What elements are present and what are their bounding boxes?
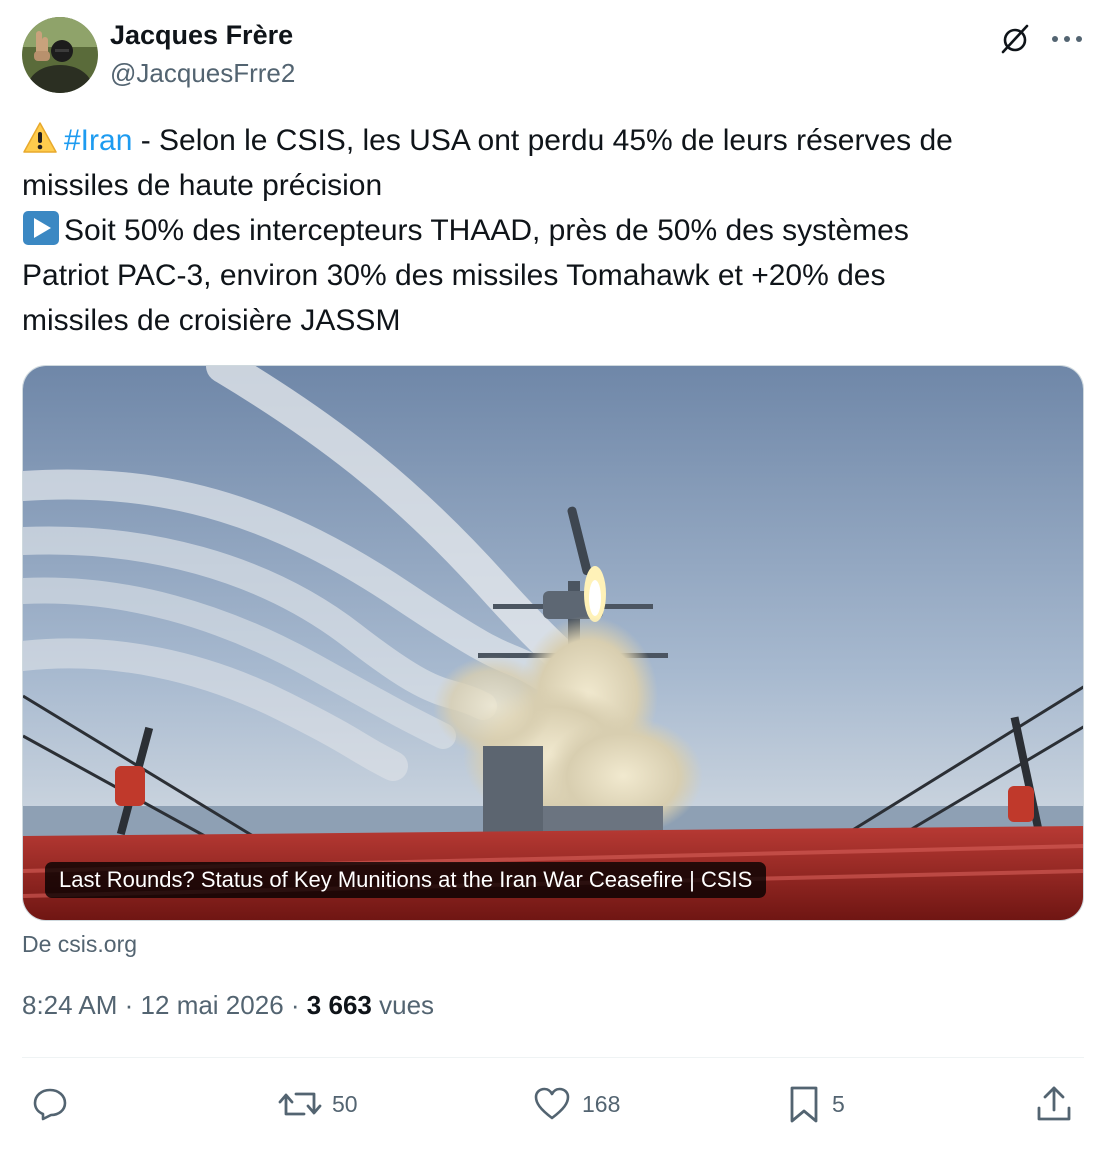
link-card[interactable]: Last Rounds? Status of Key Munitions at …: [22, 365, 1084, 921]
tweet-line: Patriot PAC-3, environ 30% des missiles …: [22, 259, 886, 292]
like-count: 168: [582, 1090, 621, 1117]
tweet-text-segment: Soit 50% des intercepteurs THAAD, près d…: [64, 214, 909, 247]
tweet-text-segment: - Selon le CSIS, les USA ont perdu 45% d…: [132, 124, 953, 157]
repost-button[interactable]: 50: [278, 1082, 358, 1126]
heart-icon: [534, 1087, 570, 1120]
tweet: Jacques Frère @JacquesFrre2 #Iran - Selo…: [0, 0, 1110, 1160]
tweet-line: missiles de croisière JASSM: [22, 304, 401, 337]
reply-button[interactable]: [30, 1082, 80, 1126]
missile-launch-photo: [23, 366, 1083, 920]
warning-emoji: [23, 122, 57, 153]
like-button[interactable]: 168: [532, 1082, 620, 1126]
display-name[interactable]: Jacques Frère: [110, 20, 293, 51]
avatar[interactable]: [22, 17, 98, 93]
play-button-emoji: [23, 211, 59, 245]
tweet-line: missiles de haute précision: [22, 169, 383, 202]
user-handle[interactable]: @JacquesFrre2: [110, 58, 295, 89]
meta-separator: ·: [124, 990, 134, 1020]
share-button[interactable]: [1034, 1082, 1074, 1126]
post-time[interactable]: 8:24 AM: [22, 990, 117, 1020]
bookmark-icon: [790, 1086, 818, 1123]
tweet-meta: 8:24 AM · 12 mai 2026 · 3 663 vues: [22, 990, 434, 1021]
tweet-text: #Iran - Selon le CSIS, les USA ont perdu…: [22, 118, 1092, 343]
meta-separator: ·: [290, 990, 300, 1020]
tweet-line: Soit 50% des intercepteurs THAAD, près d…: [22, 208, 1092, 253]
more-options-button[interactable]: [1046, 20, 1088, 58]
grok-slash-circle-icon: [1001, 24, 1029, 54]
card-title: Last Rounds? Status of Key Munitions at …: [45, 862, 767, 898]
views-count: 3 663: [306, 990, 372, 1020]
repost-arrows-icon: [278, 1092, 322, 1116]
tweet-line: #Iran - Selon le CSIS, les USA ont perdu…: [22, 118, 1092, 163]
avatar-photo: [22, 17, 98, 93]
hashtag-link[interactable]: #Iran: [64, 124, 132, 157]
more-dots-icon: [1052, 36, 1082, 42]
bookmark-button[interactable]: 5: [786, 1082, 845, 1126]
repost-count: 50: [332, 1090, 358, 1117]
post-date[interactable]: 12 mai 2026: [141, 990, 284, 1020]
grok-button[interactable]: [996, 20, 1034, 58]
reply-bubble-icon: [33, 1088, 67, 1121]
bookmark-count: 5: [832, 1090, 845, 1117]
views-label: vues: [379, 990, 435, 1020]
share-upload-icon: [1037, 1086, 1071, 1121]
divider: [22, 1057, 1084, 1058]
card-source-link[interactable]: De csis.org: [22, 931, 137, 958]
